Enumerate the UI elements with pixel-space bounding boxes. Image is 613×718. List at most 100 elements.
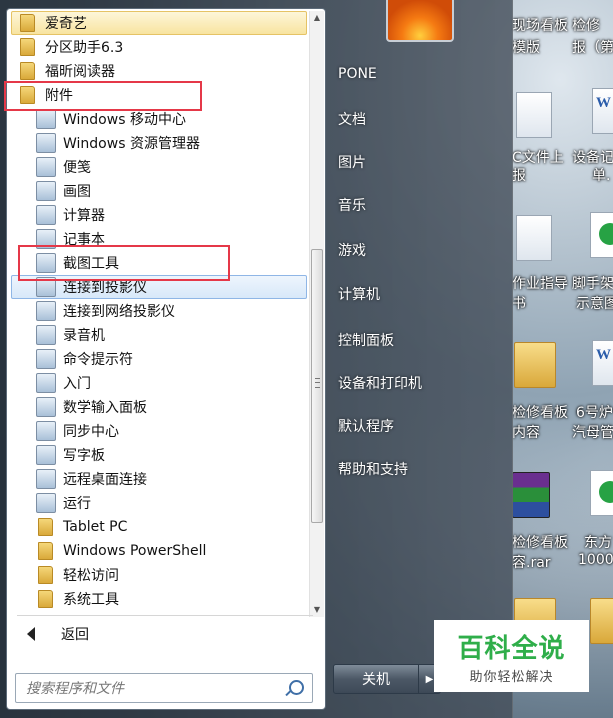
- program-item[interactable]: 运行: [11, 491, 307, 515]
- user-name-link[interactable]: PONE: [338, 66, 377, 82]
- document-icon[interactable]: [516, 215, 552, 261]
- program-item[interactable]: Tablet PC: [11, 515, 307, 539]
- program-item[interactable]: 爱奇艺: [11, 11, 307, 35]
- desktop-icon-label[interactable]: 1000: [578, 552, 613, 568]
- divider: [17, 615, 313, 616]
- folder-icon: [38, 542, 53, 560]
- word-document-icon[interactable]: W: [592, 340, 613, 386]
- program-item[interactable]: 远程桌面连接: [11, 467, 307, 491]
- scroll-grip-icon: [315, 378, 320, 388]
- program-item[interactable]: 计算器: [11, 203, 307, 227]
- word-document-icon[interactable]: W: [592, 88, 613, 134]
- search-box[interactable]: [15, 673, 313, 703]
- program-item[interactable]: 写字板: [11, 443, 307, 467]
- program-label: 录音机: [63, 328, 105, 344]
- mobility-center-icon: [36, 109, 56, 129]
- watermark-title: 百科全说: [457, 634, 566, 664]
- program-label: 画图: [63, 184, 91, 200]
- microphone-icon: [36, 325, 56, 345]
- folder-icon: [38, 566, 53, 584]
- programs-scrollbar[interactable]: ▲ ▼: [309, 11, 324, 617]
- folder-icon[interactable]: [590, 598, 613, 644]
- program-item[interactable]: 轻松访问: [11, 563, 307, 587]
- desktop-icon-label[interactable]: 汽母管: [572, 422, 613, 442]
- program-item[interactable]: 分区助手6.3: [11, 35, 307, 59]
- desktop-icon-label[interactable]: 书: [512, 293, 526, 313]
- rar-archive-icon[interactable]: [512, 472, 550, 518]
- folder-icon[interactable]: [514, 342, 556, 388]
- highlight-box-accessories: [4, 81, 202, 111]
- right-menu-item[interactable]: 图片: [338, 152, 366, 172]
- right-menu-item[interactable]: 游戏: [338, 240, 366, 260]
- desktop-icon-label[interactable]: 检修看板: [512, 402, 568, 422]
- desktop-icon-label[interactable]: 设备记: [572, 147, 613, 167]
- desktop-icon-label[interactable]: 作业指导: [512, 273, 568, 293]
- program-item[interactable]: 录音机: [11, 323, 307, 347]
- program-item[interactable]: Windows 资源管理器: [11, 131, 307, 155]
- program-item[interactable]: 连接到网络投影仪: [11, 299, 307, 323]
- right-menu-item[interactable]: 默认程序: [338, 416, 394, 436]
- desktop-icon-label[interactable]: 单.: [592, 165, 610, 185]
- run-icon: [36, 493, 56, 513]
- program-item[interactable]: 便笺: [11, 155, 307, 179]
- explorer-icon: [36, 133, 56, 153]
- right-menu-item[interactable]: 控制面板: [338, 330, 394, 350]
- desktop-icon-label[interactable]: 内容: [512, 422, 540, 442]
- search-icon[interactable]: [289, 680, 304, 695]
- user-picture-icon[interactable]: [386, 0, 454, 42]
- program-item[interactable]: 福昕阅读器: [11, 59, 307, 83]
- program-label: 计算器: [63, 208, 105, 224]
- network-projector-icon: [36, 301, 56, 321]
- desktop-icon-label[interactable]: 示意图: [576, 293, 613, 313]
- program-label: 命令提示符: [63, 352, 133, 368]
- right-menu-item[interactable]: 帮助和支持: [338, 459, 408, 479]
- desktop-icon-label[interactable]: 检修看板: [512, 532, 568, 552]
- program-label: Windows PowerShell: [63, 543, 207, 559]
- app-shortcut-icon[interactable]: [590, 470, 613, 516]
- back-arrow-icon: [27, 627, 35, 641]
- program-label: Windows 移动中心: [63, 112, 186, 128]
- scroll-up-arrow-icon[interactable]: ▲: [310, 11, 324, 25]
- program-item[interactable]: 画图: [11, 179, 307, 203]
- desktop-icon-label[interactable]: 报: [512, 165, 526, 185]
- program-item[interactable]: 同步中心: [11, 419, 307, 443]
- app-shortcut-icon[interactable]: [590, 212, 613, 258]
- program-item[interactable]: 命令提示符: [11, 347, 307, 371]
- program-item[interactable]: 数学输入面板: [11, 395, 307, 419]
- folder-icon: [38, 590, 53, 608]
- back-button[interactable]: 返回: [17, 621, 313, 647]
- program-item[interactable]: Windows PowerShell: [11, 539, 307, 563]
- desktop-icon-label[interactable]: 6号炉: [576, 402, 613, 422]
- desktop-icon-label[interactable]: 模版: [512, 37, 540, 57]
- document-icon[interactable]: [516, 92, 552, 138]
- program-label: 同步中心: [63, 424, 119, 440]
- program-label: 分区助手6.3: [45, 40, 124, 56]
- desktop-icon-label[interactable]: C文件上: [512, 147, 564, 167]
- shutdown-label: 关机: [362, 672, 390, 688]
- right-menu-item[interactable]: 设备和打印机: [338, 373, 422, 393]
- calculator-icon: [36, 205, 56, 225]
- scroll-thumb[interactable]: [311, 249, 323, 523]
- getting-started-icon: [36, 373, 56, 393]
- search-input[interactable]: [24, 675, 278, 703]
- right-menu-item[interactable]: 计算机: [338, 284, 380, 304]
- right-menu-item[interactable]: 文档: [338, 109, 366, 129]
- program-label: Tablet PC: [63, 519, 128, 535]
- highlight-box-snipping-tool: [18, 245, 230, 281]
- shutdown-button[interactable]: 关机: [333, 664, 419, 694]
- desktop-icon-label[interactable]: 检修: [572, 15, 600, 35]
- desktop-icon-label[interactable]: 脚手架: [572, 273, 613, 293]
- paint-icon: [36, 181, 56, 201]
- folder-icon: [20, 62, 35, 80]
- desktop-icon-label[interactable]: 东方: [584, 532, 612, 552]
- right-menu-item[interactable]: 音乐: [338, 195, 366, 215]
- sync-center-icon: [36, 421, 56, 441]
- program-item[interactable]: 入门: [11, 371, 307, 395]
- back-label: 返回: [61, 627, 89, 643]
- desktop-icon-label[interactable]: 容.rar: [512, 552, 551, 572]
- program-label: 连接到网络投影仪: [63, 304, 175, 320]
- desktop-icon-label[interactable]: 现场看板: [512, 15, 568, 35]
- program-item[interactable]: 系统工具: [11, 587, 307, 611]
- desktop-icon-label[interactable]: 报（第: [572, 37, 613, 57]
- programs-panel: 爱奇艺 分区助手6.3 福昕阅读器 附件 Windows 移动中心 Windows 资源管…: [6, 8, 326, 710]
